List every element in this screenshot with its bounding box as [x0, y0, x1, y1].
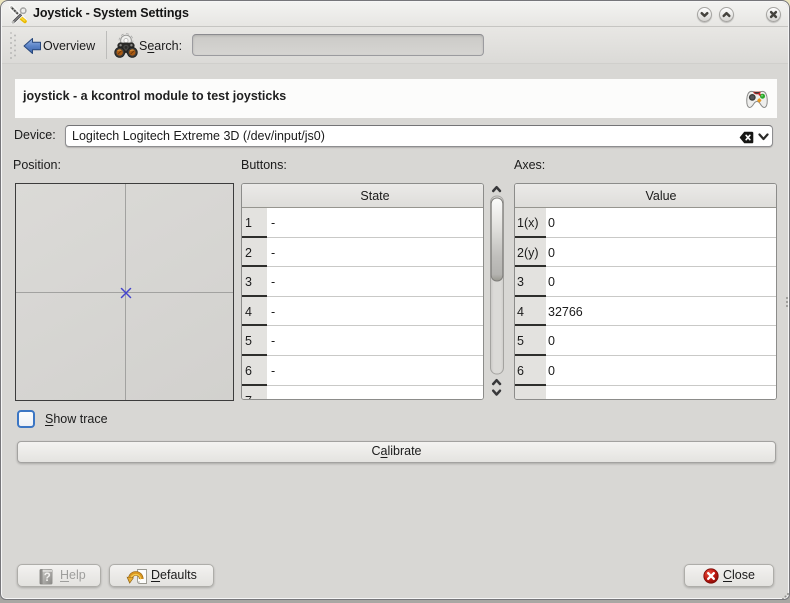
svg-text:?: ? — [44, 572, 51, 584]
